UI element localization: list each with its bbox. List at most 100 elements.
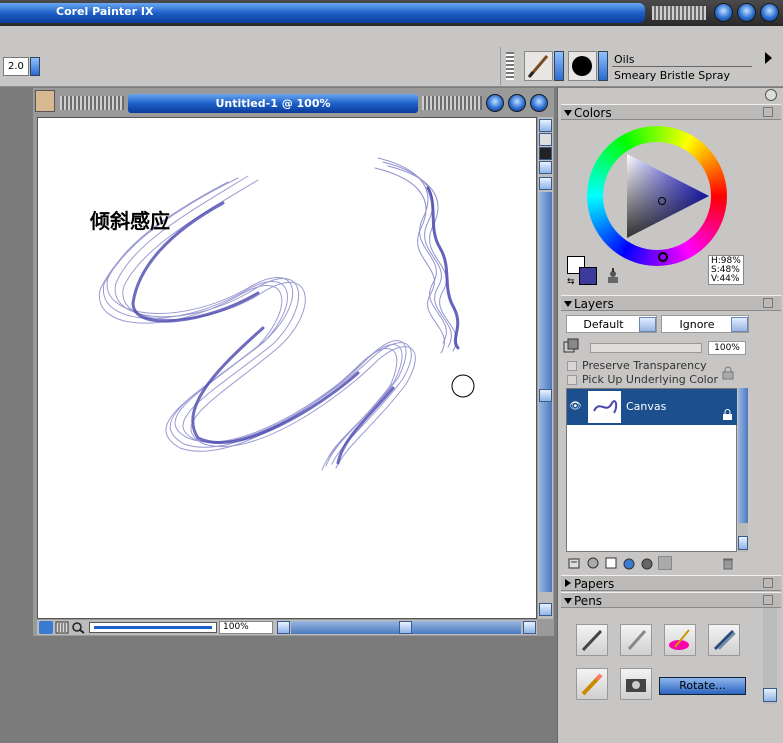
menu-bar-area (0, 26, 783, 46)
collapse-icon (564, 301, 572, 307)
canvas-text: 倾斜感应 (90, 209, 170, 233)
pen-tool-5-button[interactable] (576, 668, 608, 700)
drawing-mode-icon[interactable] (539, 161, 552, 174)
layer-list-scroll-down[interactable] (738, 536, 748, 550)
layer-lock-icon[interactable] (722, 409, 733, 421)
scratchboard-icon (713, 629, 736, 651)
close-button[interactable] (760, 3, 779, 22)
grid-icon[interactable] (539, 133, 552, 146)
arrow-right-icon[interactable] (765, 52, 772, 64)
scroll-right-button[interactable] (523, 621, 536, 634)
zoom-field[interactable]: 100% (219, 621, 273, 634)
brush-size-spinner[interactable] (30, 57, 40, 76)
brush-size-field[interactable]: 2.0 (3, 57, 29, 76)
colors-palette-header[interactable]: Colors (561, 104, 781, 120)
navigator-icon[interactable] (39, 621, 53, 634)
brush-category-button[interactable] (524, 51, 553, 81)
doc-grip-right (422, 96, 482, 110)
brush-variant-dropdown[interactable] (598, 51, 608, 81)
saturation-value-triangle[interactable] (587, 126, 727, 266)
papers-close-icon[interactable] (763, 578, 773, 588)
toolbar-grip (506, 52, 514, 80)
hue-marker (658, 252, 668, 262)
layers-palette-header[interactable]: Layers (561, 295, 781, 311)
horizontal-scrollbar[interactable]: 100% (37, 620, 537, 635)
pens-title: Pens (574, 594, 603, 608)
composite-depth-value: Ignore (679, 318, 715, 331)
colors-close-icon[interactable] (763, 107, 773, 117)
layers-title: Layers (574, 297, 614, 311)
pen-tool-3-button[interactable] (664, 624, 696, 656)
brush-category-dropdown[interactable] (554, 51, 564, 81)
doc-close-button[interactable] (530, 94, 548, 112)
brush-variant-button[interactable] (568, 51, 597, 81)
zoom-slider[interactable] (89, 622, 217, 633)
vertical-scrollbar[interactable] (538, 117, 553, 619)
pens-close-icon[interactable] (763, 595, 773, 605)
new-layer-icon[interactable] (604, 556, 618, 570)
pencil-icon (581, 673, 603, 696)
doc-maximize-button[interactable] (508, 94, 526, 112)
scroll-down-button[interactable] (539, 603, 552, 616)
title-grip (652, 6, 706, 20)
brush-category-label: Oils (614, 53, 635, 66)
pen-tool-1-button[interactable] (576, 624, 608, 656)
pens-scroll-down[interactable] (763, 688, 777, 702)
create-layer-mask-icon[interactable] (622, 556, 636, 570)
palette-close-icon[interactable] (765, 89, 777, 101)
rotate-button[interactable]: Rotate... (659, 677, 746, 695)
preserve-transparency-checkbox[interactable] (567, 361, 577, 371)
doc-minimize-button[interactable] (486, 94, 504, 112)
color-pen-icon (669, 629, 690, 650)
vertical-scroll-thumb[interactable] (539, 389, 552, 402)
dab-preview-icon (572, 56, 592, 76)
opacity-field[interactable]: 100% (708, 341, 746, 355)
colors-title: Colors (574, 106, 612, 120)
pick-up-underlying-checkbox[interactable] (567, 375, 577, 385)
opacity-slider[interactable] (590, 343, 702, 353)
layer-row-canvas[interactable]: 👁 Canvas (567, 389, 737, 425)
clone-color-icon[interactable] (605, 268, 621, 284)
grabber-icon[interactable] (55, 621, 69, 634)
pen-tool-6-button[interactable] (620, 668, 652, 700)
minimize-button[interactable] (714, 3, 733, 22)
eye-icon[interactable]: 👁 (569, 401, 583, 413)
magnifier-icon[interactable] (71, 621, 85, 634)
expand-icon (565, 579, 571, 587)
scroll-left-button[interactable] (277, 621, 290, 634)
divider (612, 66, 752, 67)
brush-cursor (451, 374, 475, 398)
maximize-button[interactable] (737, 3, 756, 22)
pen-nib-icon (581, 629, 603, 652)
tracing-paper-icon[interactable] (539, 147, 552, 160)
horizontal-scroll-thumb[interactable] (399, 621, 412, 634)
new-group-icon[interactable] (640, 556, 654, 570)
pens-scrollbar[interactable] (763, 608, 777, 704)
hsv-readout: H:98% S:48% V:44% (708, 255, 744, 285)
dynamic-plugins-icon[interactable] (586, 556, 600, 570)
trash-icon[interactable] (721, 556, 735, 570)
pen-tool-2-button[interactable] (620, 624, 652, 656)
layer-thumbnail (588, 391, 621, 423)
pen-tool-4-button[interactable] (708, 624, 740, 656)
layer-list-scroll-thumb[interactable] (738, 388, 748, 523)
pens-palette-header[interactable]: Pens (561, 592, 781, 608)
swap-colors-icon[interactable]: ⇆ (567, 277, 575, 287)
opacity-icon (563, 338, 579, 354)
papers-palette-header[interactable]: Papers (561, 575, 781, 591)
composite-method-dropdown[interactable] (639, 317, 656, 332)
lock-icon[interactable] (722, 366, 734, 380)
composite-method-value: Default (583, 318, 624, 331)
layer-option-icon[interactable] (658, 556, 672, 570)
layers-close-icon[interactable] (763, 298, 773, 308)
layer-list-scrollbar[interactable] (738, 388, 748, 552)
primary-color-swatch[interactable] (579, 267, 597, 285)
brush-icon (527, 55, 549, 78)
drawing-canvas[interactable] (37, 117, 537, 619)
layer-commands-icon[interactable] (568, 556, 582, 570)
brush-variant-label: Smeary Bristle Spray (614, 69, 730, 82)
layer-adjuster-icon[interactable] (539, 119, 552, 132)
composite-depth-dropdown[interactable] (731, 317, 748, 332)
app-title: Corel Painter IX (56, 5, 154, 18)
scroll-up-button[interactable] (539, 177, 552, 190)
